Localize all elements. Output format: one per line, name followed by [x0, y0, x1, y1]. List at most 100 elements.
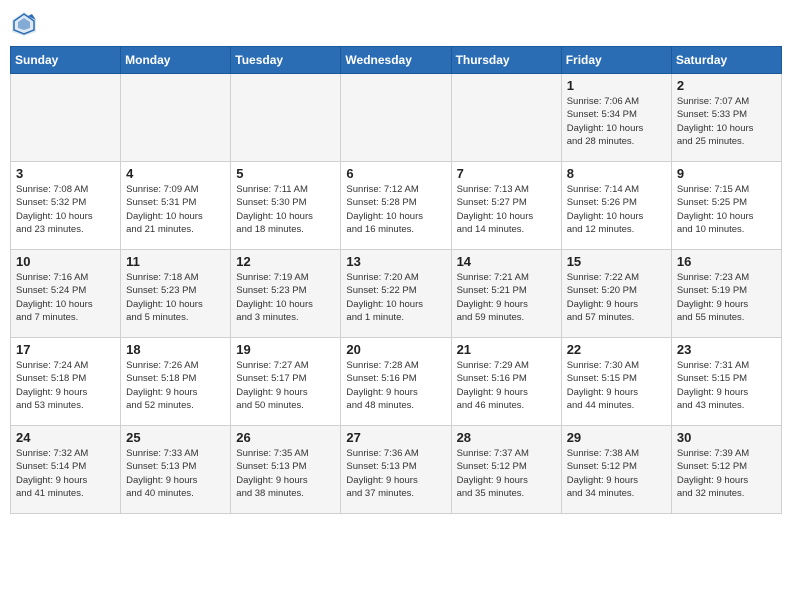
- day-number: 17: [16, 342, 115, 357]
- weekday-row: SundayMondayTuesdayWednesdayThursdayFrid…: [11, 47, 782, 74]
- day-info: Sunrise: 7:11 AM Sunset: 5:30 PM Dayligh…: [236, 183, 335, 236]
- weekday-header: Friday: [561, 47, 671, 74]
- day-info: Sunrise: 7:30 AM Sunset: 5:15 PM Dayligh…: [567, 359, 666, 412]
- day-info: Sunrise: 7:14 AM Sunset: 5:26 PM Dayligh…: [567, 183, 666, 236]
- day-info: Sunrise: 7:29 AM Sunset: 5:16 PM Dayligh…: [457, 359, 556, 412]
- calendar-day-cell: 28 Sunrise: 7:37 AM Sunset: 5:12 PM Dayli…: [451, 426, 561, 514]
- day-info: Sunrise: 7:37 AM Sunset: 5:12 PM Dayligh…: [457, 447, 556, 500]
- calendar-week-row: 17Sunrise: 7:24 AM Sunset: 5:18 PM Dayli…: [11, 338, 782, 426]
- day-number: 7: [457, 166, 556, 181]
- calendar-day-cell: 27Sunrise: 7:36 AM Sunset: 5:13 PM Dayli…: [341, 426, 451, 514]
- day-number: 6: [346, 166, 445, 181]
- calendar-day-cell: 5 Sunrise: 7:11 AM Sunset: 5:30 PM Daylig…: [231, 162, 341, 250]
- day-info: Sunrise: 7:07 AM Sunset: 5:33 PM Dayligh…: [677, 95, 776, 148]
- calendar-day-cell: 24Sunrise: 7:32 AM Sunset: 5:14 PM Dayli…: [11, 426, 121, 514]
- day-number: 22: [567, 342, 666, 357]
- calendar-day-cell: 9 Sunrise: 7:15 AM Sunset: 5:25 PM Daylig…: [671, 162, 781, 250]
- weekday-header: Monday: [121, 47, 231, 74]
- calendar-day-cell: 14Sunrise: 7:21 AM Sunset: 5:21 PM Dayli…: [451, 250, 561, 338]
- day-number: 3: [16, 166, 115, 181]
- day-number: 8: [567, 166, 666, 181]
- day-number: 26: [236, 430, 335, 445]
- day-info: Sunrise: 7:27 AM Sunset: 5:17 PM Dayligh…: [236, 359, 335, 412]
- day-info: Sunrise: 7:06 AM Sunset: 5:34 PM Dayligh…: [567, 95, 666, 148]
- day-info: Sunrise: 7:33 AM Sunset: 5:13 PM Dayligh…: [126, 447, 225, 500]
- day-number: 5: [236, 166, 335, 181]
- day-info: Sunrise: 7:31 AM Sunset: 5:15 PM Dayligh…: [677, 359, 776, 412]
- logo-icon: [10, 10, 38, 38]
- day-info: Sunrise: 7:13 AM Sunset: 5:27 PM Dayligh…: [457, 183, 556, 236]
- calendar-day-cell: 15 Sunrise: 7:22 AM Sunset: 5:20 PM Dayli…: [561, 250, 671, 338]
- day-info: Sunrise: 7:22 AM Sunset: 5:20 PM Dayligh…: [567, 271, 666, 324]
- calendar-day-cell: 11 Sunrise: 7:18 AM Sunset: 5:23 PM Dayli…: [121, 250, 231, 338]
- day-number: 12: [236, 254, 335, 269]
- calendar-day-cell: 7 Sunrise: 7:13 AM Sunset: 5:27 PM Daylig…: [451, 162, 561, 250]
- calendar-day-cell: 20 Sunrise: 7:28 AM Sunset: 5:16 PM Dayli…: [341, 338, 451, 426]
- calendar-day-cell: 18Sunrise: 7:26 AM Sunset: 5:18 PM Dayli…: [121, 338, 231, 426]
- calendar-day-cell: 10Sunrise: 7:16 AM Sunset: 5:24 PM Dayli…: [11, 250, 121, 338]
- calendar-week-row: 3 Sunrise: 7:08 AM Sunset: 5:32 PM Daylig…: [11, 162, 782, 250]
- day-number: 20: [346, 342, 445, 357]
- day-info: Sunrise: 7:21 AM Sunset: 5:21 PM Dayligh…: [457, 271, 556, 324]
- calendar-day-cell: 25Sunrise: 7:33 AM Sunset: 5:13 PM Dayli…: [121, 426, 231, 514]
- calendar-day-cell: 17Sunrise: 7:24 AM Sunset: 5:18 PM Dayli…: [11, 338, 121, 426]
- day-number: 9: [677, 166, 776, 181]
- calendar-week-row: 10Sunrise: 7:16 AM Sunset: 5:24 PM Dayli…: [11, 250, 782, 338]
- calendar-day-cell: 19 Sunrise: 7:27 AM Sunset: 5:17 PM Dayli…: [231, 338, 341, 426]
- day-number: 11: [126, 254, 225, 269]
- day-number: 19: [236, 342, 335, 357]
- day-info: Sunrise: 7:09 AM Sunset: 5:31 PM Dayligh…: [126, 183, 225, 236]
- day-info: Sunrise: 7:08 AM Sunset: 5:32 PM Dayligh…: [16, 183, 115, 236]
- day-number: 16: [677, 254, 776, 269]
- calendar-day-cell: 3 Sunrise: 7:08 AM Sunset: 5:32 PM Daylig…: [11, 162, 121, 250]
- calendar-day-cell: [341, 74, 451, 162]
- calendar-day-cell: [231, 74, 341, 162]
- calendar-day-cell: 8 Sunrise: 7:14 AM Sunset: 5:26 PM Daylig…: [561, 162, 671, 250]
- calendar-day-cell: 13 Sunrise: 7:20 AM Sunset: 5:22 PM Dayli…: [341, 250, 451, 338]
- day-number: 13: [346, 254, 445, 269]
- day-number: 29: [567, 430, 666, 445]
- calendar-day-cell: 21 Sunrise: 7:29 AM Sunset: 5:16 PM Dayli…: [451, 338, 561, 426]
- day-info: Sunrise: 7:38 AM Sunset: 5:12 PM Dayligh…: [567, 447, 666, 500]
- day-number: 30: [677, 430, 776, 445]
- calendar-day-cell: [451, 74, 561, 162]
- calendar-day-cell: 23 Sunrise: 7:31 AM Sunset: 5:15 PM Dayli…: [671, 338, 781, 426]
- day-number: 28: [457, 430, 556, 445]
- calendar-day-cell: 6Sunrise: 7:12 AM Sunset: 5:28 PM Daylig…: [341, 162, 451, 250]
- day-info: Sunrise: 7:18 AM Sunset: 5:23 PM Dayligh…: [126, 271, 225, 324]
- day-number: 24: [16, 430, 115, 445]
- page-header: [10, 10, 782, 38]
- calendar-day-cell: 12 Sunrise: 7:19 AM Sunset: 5:23 PM Dayli…: [231, 250, 341, 338]
- day-number: 18: [126, 342, 225, 357]
- day-info: Sunrise: 7:35 AM Sunset: 5:13 PM Dayligh…: [236, 447, 335, 500]
- day-number: 15: [567, 254, 666, 269]
- weekday-header: Saturday: [671, 47, 781, 74]
- logo: [10, 10, 42, 38]
- calendar-day-cell: 26 Sunrise: 7:35 AM Sunset: 5:13 PM Dayli…: [231, 426, 341, 514]
- calendar-week-row: 1 Sunrise: 7:06 AM Sunset: 5:34 PM Daylig…: [11, 74, 782, 162]
- day-info: Sunrise: 7:28 AM Sunset: 5:16 PM Dayligh…: [346, 359, 445, 412]
- day-number: 1: [567, 78, 666, 93]
- day-number: 10: [16, 254, 115, 269]
- day-number: 2: [677, 78, 776, 93]
- calendar-table: SundayMondayTuesdayWednesdayThursdayFrid…: [10, 46, 782, 514]
- calendar-body: 1 Sunrise: 7:06 AM Sunset: 5:34 PM Daylig…: [11, 74, 782, 514]
- day-number: 21: [457, 342, 556, 357]
- day-info: Sunrise: 7:23 AM Sunset: 5:19 PM Dayligh…: [677, 271, 776, 324]
- calendar-day-cell: 30 Sunrise: 7:39 AM Sunset: 5:12 PM Dayli…: [671, 426, 781, 514]
- day-number: 23: [677, 342, 776, 357]
- calendar-day-cell: 29 Sunrise: 7:38 AM Sunset: 5:12 PM Dayli…: [561, 426, 671, 514]
- day-info: Sunrise: 7:15 AM Sunset: 5:25 PM Dayligh…: [677, 183, 776, 236]
- calendar-day-cell: 16 Sunrise: 7:23 AM Sunset: 5:19 PM Dayli…: [671, 250, 781, 338]
- day-info: Sunrise: 7:19 AM Sunset: 5:23 PM Dayligh…: [236, 271, 335, 324]
- calendar-header: SundayMondayTuesdayWednesdayThursdayFrid…: [11, 47, 782, 74]
- calendar-week-row: 24Sunrise: 7:32 AM Sunset: 5:14 PM Dayli…: [11, 426, 782, 514]
- weekday-header: Thursday: [451, 47, 561, 74]
- day-info: Sunrise: 7:39 AM Sunset: 5:12 PM Dayligh…: [677, 447, 776, 500]
- day-number: 27: [346, 430, 445, 445]
- weekday-header: Wednesday: [341, 47, 451, 74]
- day-number: 4: [126, 166, 225, 181]
- weekday-header: Sunday: [11, 47, 121, 74]
- day-info: Sunrise: 7:20 AM Sunset: 5:22 PM Dayligh…: [346, 271, 445, 324]
- calendar-day-cell: [11, 74, 121, 162]
